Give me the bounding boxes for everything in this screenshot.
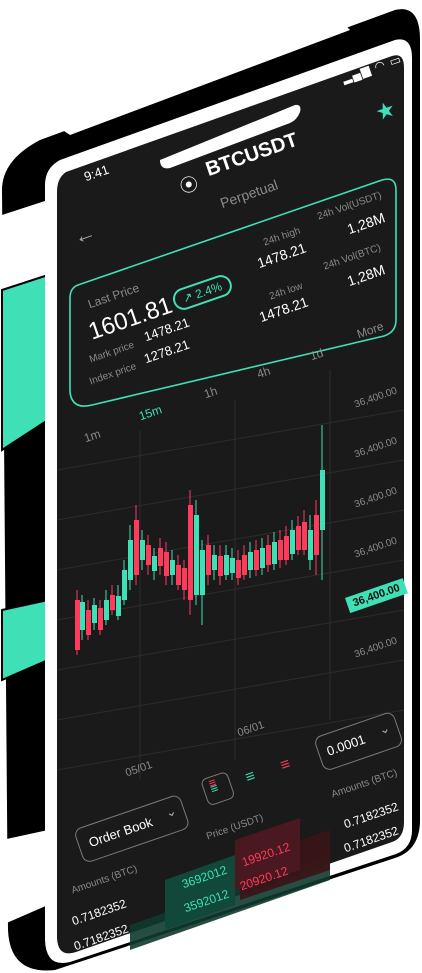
- asks-lines-icon: ≡: [278, 755, 293, 775]
- precision-label: 0.0001: [324, 731, 368, 759]
- pair-subtitle: Perpetual: [218, 176, 280, 212]
- bid-price: 3692012: [180, 862, 229, 892]
- phone-illustration: 9:41 ▂▄▆ ◠ ▭ ⦿ BTCUSDT Perpetual ← ★ Las…: [0, 0, 422, 973]
- high-value: 1478.21: [255, 239, 309, 272]
- chevron-down-icon: ⌄: [163, 802, 179, 821]
- both-lines-icon: ≡ ≡: [206, 774, 221, 797]
- bids-lines-icon: ≡: [243, 767, 258, 787]
- current-price-tag: 36,400.00: [345, 578, 408, 614]
- price-change-badge: ↗ 2.4%: [170, 272, 235, 313]
- tab-1m[interactable]: 1m: [82, 427, 102, 446]
- order-book-label: Order Book: [86, 814, 155, 851]
- view-both-button[interactable]: ≡ ≡: [200, 770, 236, 807]
- precision-dropdown[interactable]: 0.0001 ⌄: [313, 710, 405, 773]
- status-time: 9:41: [82, 161, 111, 185]
- tab-4h[interactable]: 4h: [255, 364, 272, 382]
- tab-15m[interactable]: 15m: [137, 402, 164, 423]
- price-header: Price (USDT): [205, 812, 265, 843]
- status-icons: ▂▄▆ ◠ ▭: [340, 51, 404, 86]
- x-axis-label: 05/01: [124, 759, 154, 780]
- amount-header-right: Amounts (BTC): [330, 767, 399, 801]
- tab-1d[interactable]: 1d: [308, 346, 325, 364]
- chevron-down-icon: ⌄: [376, 719, 392, 738]
- coin-icon: ⦿: [177, 172, 201, 198]
- app-screen: 9:41 ▂▄▆ ◠ ▭ ⦿ BTCUSDT Perpetual ← ★ Las…: [0, 0, 422, 973]
- star-icon[interactable]: ★: [372, 96, 399, 127]
- y-axis-label: 36,400.00: [353, 485, 399, 511]
- tab-1h[interactable]: 1h: [202, 384, 219, 402]
- tab-more[interactable]: More: [355, 319, 385, 341]
- back-arrow-icon[interactable]: ←: [70, 219, 99, 251]
- view-asks-button[interactable]: ≡: [270, 747, 306, 783]
- pair-symbol: BTCUSDT: [203, 128, 301, 181]
- y-axis-label: 36,400.00: [353, 385, 399, 411]
- bid-amount: 0.7182352: [72, 921, 131, 954]
- bid-price: 3592012: [182, 886, 231, 916]
- vol-usdt-value: 1,28M: [345, 209, 388, 238]
- y-axis-label: 36,400.00: [353, 535, 399, 561]
- vol-btc-value: 1,28M: [345, 261, 388, 290]
- view-bids-button[interactable]: ≡: [235, 759, 271, 795]
- x-axis-label: 06/01: [236, 719, 266, 740]
- y-axis-label: 36,400.00: [353, 635, 399, 661]
- order-book-dropdown[interactable]: Order Book ⌄: [73, 793, 191, 865]
- amount-header-left: Amounts (BTC): [70, 863, 139, 897]
- y-axis-label: 36,400.00: [353, 435, 399, 461]
- index-price-label: Index price: [88, 361, 138, 388]
